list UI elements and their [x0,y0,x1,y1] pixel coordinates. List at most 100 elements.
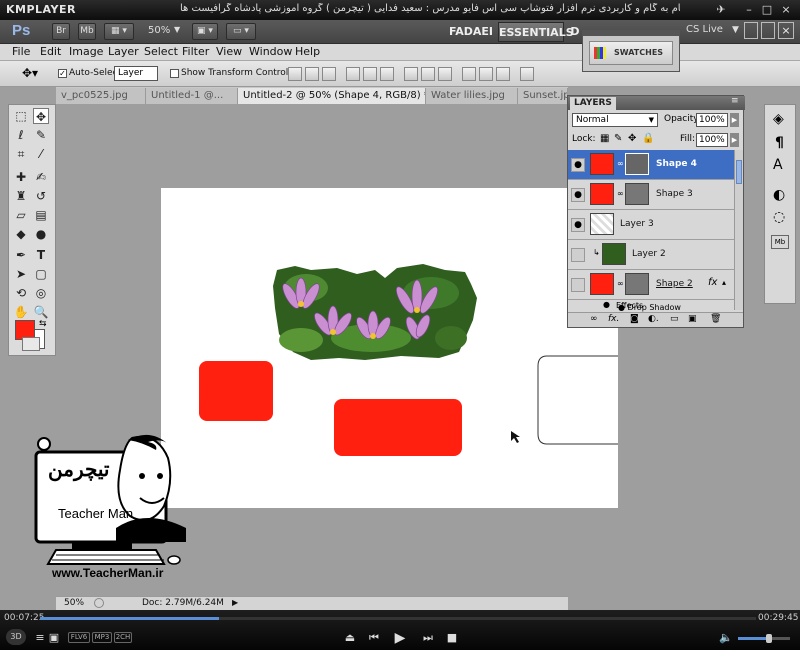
visibility-toggle[interactable]: ● [571,248,585,262]
bridge-button[interactable]: Br [52,23,70,40]
opacity-field[interactable]: 100% [696,113,728,127]
layer-row-shape-4[interactable]: ● ∞ Shape 4 [568,150,734,180]
blend-mode-dropdown[interactable]: Normal ▼ [572,113,658,127]
move-tool-preset-icon[interactable]: ✥▾ [22,66,38,80]
expand-effects-icon[interactable]: ▴ [722,278,726,287]
doc-tab-untitled-2[interactable]: Untitled-2 @ 50% (Shape 4, RGB/8) * [238,88,426,104]
minimize-window-button[interactable] [744,22,758,39]
lasso-tool-icon[interactable]: ℓ [13,127,29,143]
eject-icon[interactable]: ⏏ [340,630,360,646]
align-left-icon[interactable] [346,67,360,81]
zoom-level[interactable]: 50% [148,25,170,36]
visibility-eye-icon[interactable]: ● [571,158,585,172]
menu-window[interactable]: Window [249,45,292,58]
swap-colors-icon[interactable]: ⇆ [39,319,47,329]
menu-select[interactable]: Select [144,45,178,58]
distribute-bottom-icon[interactable] [438,67,452,81]
pen-tool-icon[interactable]: ✒ [13,247,29,263]
marquee-tool-icon[interactable]: ⬚ [13,108,29,124]
drop-shadow-eye-icon[interactable]: ● [618,303,625,312]
visibility-eye-icon[interactable]: ● [571,218,585,232]
auto-select-checkbox[interactable]: ✓ [58,69,67,78]
visibility-eye-icon[interactable]: ● [571,188,585,202]
zoom-dropdown-icon[interactable]: ▼ [174,25,180,34]
eyedropper-tool-icon[interactable]: ⁄ [33,146,49,162]
playlist-icon[interactable]: ▣ [44,630,64,646]
distribute-left-icon[interactable] [462,67,476,81]
lock-all-icon[interactable]: 🔒 [642,133,654,144]
path-selection-tool-icon[interactable]: ➤ [13,266,29,282]
lock-position-icon[interactable]: ✥ [628,133,636,144]
align-bottom-icon[interactable] [322,67,336,81]
workspace-essentials[interactable]: ESSENTIALS [498,22,574,42]
opacity-slider-arrow-icon[interactable]: ▶ [730,113,739,127]
move-tool-icon[interactable]: ✥ [33,108,49,124]
next-icon[interactable]: ⏭ [418,630,438,646]
status-info-icon[interactable] [94,598,104,608]
restore-window-button[interactable] [761,22,775,39]
auto-select-dropdown[interactable]: Layer [114,66,158,81]
drop-shadow-effect[interactable]: ● Drop Shadow [618,303,681,312]
screen-mode-button[interactable]: ▭ ▾ [226,23,256,40]
link-layers-icon[interactable]: ∞ [590,314,598,324]
add-mask-icon[interactable]: ◙ [630,314,639,324]
play-icon[interactable]: ▶ [390,630,410,646]
lock-image-icon[interactable]: ✎ [614,133,622,144]
masks-panel-icon[interactable]: ◌ [773,209,785,225]
auto-align-icon[interactable] [520,67,534,81]
paragraph-panel-icon[interactable]: ¶ [775,135,784,151]
volume-icon[interactable]: 🔈 [716,630,736,646]
doc-tab-v-pc0525[interactable]: v_pc0525.jpg [56,88,146,104]
visibility-toggle[interactable]: ● [571,278,585,292]
fill-field[interactable]: 100% [696,133,728,147]
lock-transparency-icon[interactable]: ▦ [600,133,609,144]
swatches-tab[interactable]: SWATCHES [589,41,673,65]
doc-tab-sunset[interactable]: Sunset.jpg [518,88,568,104]
effects-fx-icon[interactable]: fx [708,277,717,288]
arrange-documents-button[interactable]: ▣ ▾ [192,23,218,40]
view-extras-button[interactable]: ▦ ▾ [104,23,134,40]
eraser-tool-icon[interactable]: ▱ [13,207,29,223]
volume-thumb[interactable] [766,634,772,643]
close-window-button[interactable]: × [778,22,794,39]
maximize-button[interactable]: □ [760,3,774,16]
document-canvas[interactable] [161,188,618,508]
add-layer-style-icon[interactable]: fx. [608,314,619,324]
distribute-right-icon[interactable] [496,67,510,81]
healing-brush-tool-icon[interactable]: ✚ [13,169,29,185]
volume-slider[interactable] [738,634,790,643]
new-layer-icon[interactable]: ▣ [688,314,697,324]
fill-slider-arrow-icon[interactable]: ▶ [730,133,739,147]
menu-filter[interactable]: Filter [182,45,209,58]
crop-tool-icon[interactable]: ⌗ [13,146,29,162]
show-transform-checkbox[interactable] [170,69,179,78]
close-button[interactable]: × [779,3,793,16]
new-adjustment-icon[interactable]: ◐. [648,314,659,324]
distribute-top-icon[interactable] [404,67,418,81]
align-vertical-center-icon[interactable] [305,67,319,81]
clone-stamp-tool-icon[interactable]: ♜ [13,188,29,204]
layer-row-shape-3[interactable]: ● ∞ Shape 3 [568,180,734,210]
minimize-button[interactable]: – [742,3,756,16]
status-zoom[interactable]: 50% [64,598,84,608]
stop-icon[interactable]: ■ [442,630,462,646]
dodge-tool-icon[interactable]: ● [33,226,49,242]
water-lilies-image[interactable] [273,264,477,360]
brush-tool-icon[interactable]: ✍ [33,169,49,185]
menu-layer[interactable]: Layer [108,45,139,58]
distribute-hcenter-icon[interactable] [479,67,493,81]
align-top-icon[interactable] [288,67,302,81]
distribute-center-icon[interactable] [421,67,435,81]
workspace-fadaei[interactable]: FADAEI [448,22,494,42]
menu-help[interactable]: Help [295,45,320,58]
mini-bridge-button[interactable]: Mb [78,23,96,40]
shape-3-rect[interactable] [199,361,273,421]
effects-eye-icon[interactable]: ● [603,300,610,309]
delete-layer-icon[interactable]: 🗑 [710,314,721,324]
character-panel-icon[interactable]: A [773,157,783,173]
blur-tool-icon[interactable]: ◆ [13,226,29,242]
layer-row-layer-3[interactable]: ● Layer 3 [568,210,734,240]
cs-live-dropdown-icon[interactable]: ▼ [732,25,739,35]
doc-tab-untitled-1[interactable]: Untitled-1 @... [146,88,238,104]
previous-icon[interactable]: ⏮ [364,630,384,646]
